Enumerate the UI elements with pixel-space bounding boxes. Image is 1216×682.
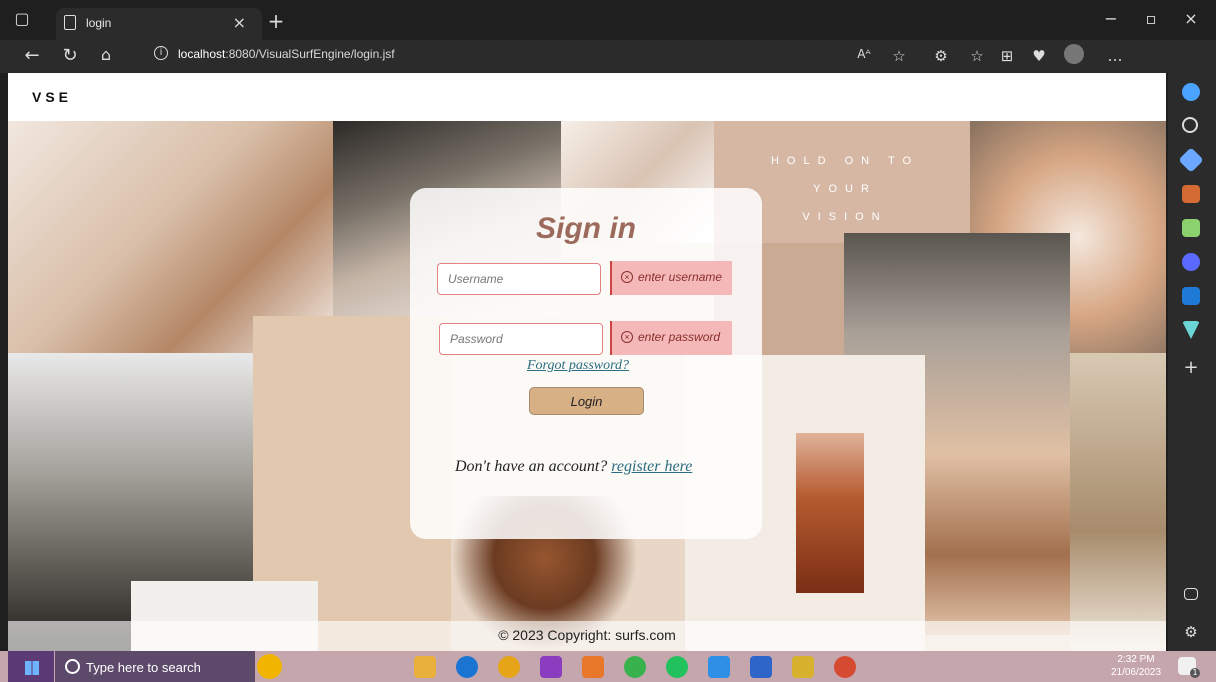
edge-icon[interactable] [456, 656, 478, 678]
sidebar-settings-icon[interactable]: ⚙ [1182, 623, 1200, 641]
forgot-password-link[interactable]: Forgot password? [527, 358, 629, 374]
password-field[interactable] [439, 323, 603, 355]
notification-center-icon[interactable]: 1 [1178, 657, 1200, 678]
time-text: 2:32 PM [1117, 654, 1155, 665]
address-bar[interactable]: i localhost:8080/VisualSurfEngine/login.… [146, 44, 706, 68]
copyright-text: © 2023 Copyright: surfs.com [498, 627, 676, 643]
vscode-icon[interactable] [708, 656, 730, 678]
profile-avatar[interactable] [1064, 44, 1084, 64]
notification-count: 1 [1190, 668, 1200, 678]
red-dress-illustration [796, 433, 864, 593]
search-sidebar-icon[interactable] [1182, 117, 1198, 133]
search-icon [65, 659, 80, 674]
heart-icon[interactable]: ♥ [1028, 47, 1050, 65]
login-card: Sign in × enter username × enter passwor… [410, 188, 762, 539]
app-icon[interactable] [792, 656, 814, 678]
error-circle-icon: × [621, 271, 633, 283]
url-path: :8080/VisualSurfEngine/login.jsf [225, 47, 395, 61]
visual-studio-icon[interactable] [540, 656, 562, 678]
hold-on-quote: HOLD ON TO YOUR VISION [770, 155, 920, 223]
notification-bell-icon[interactable] [1182, 83, 1200, 101]
browser-tab[interactable]: login × [56, 8, 262, 40]
browser-sidebar: + ⚙ [1168, 73, 1216, 651]
back-icon[interactable]: ← [20, 45, 44, 66]
add-sidebar-icon[interactable]: + [1182, 359, 1200, 377]
taskbar-clock[interactable]: 2:32 PM 21/06/2023 [1106, 653, 1166, 679]
tab-title: login [86, 16, 112, 30]
shopping-tag-icon[interactable] [1178, 147, 1204, 173]
url-host: localhost [178, 47, 226, 61]
favorites-icon[interactable]: ☆ [966, 47, 988, 65]
weather-icon[interactable] [257, 654, 282, 679]
username-error: × enter username [610, 261, 732, 295]
home-icon[interactable]: ⌂ [94, 45, 118, 64]
outlook-icon[interactable] [1182, 287, 1200, 305]
office-icon[interactable] [1182, 253, 1200, 271]
username-field[interactable] [437, 263, 601, 295]
signup-prompt-text: Don't have an account? [455, 458, 608, 475]
tools-icon[interactable] [1182, 185, 1200, 203]
url-text: localhost:8080/VisualSurfEngine/login.js… [178, 47, 395, 61]
whatsapp-icon[interactable] [666, 656, 688, 678]
restore-icon[interactable]: ▫ [1141, 9, 1161, 28]
chrome-icon[interactable] [498, 656, 520, 678]
username-error-text: enter username [638, 270, 723, 284]
close-window-icon[interactable]: × [1181, 9, 1201, 28]
site-info-icon[interactable]: i [154, 46, 168, 60]
more-icon[interactable]: … [1104, 47, 1126, 65]
username-input[interactable] [446, 264, 600, 294]
start-button[interactable] [8, 651, 54, 682]
date-text: 21/06/2023 [1110, 667, 1162, 678]
address-toolbar: ← ↻ ⌂ i localhost:8080/VisualSurfEngine/… [0, 40, 1216, 110]
send-icon[interactable] [1182, 321, 1200, 339]
browser-titlebar: ▢ login × + − ▫ × [0, 0, 1216, 40]
close-tab-icon[interactable]: × [233, 13, 246, 32]
media-icon[interactable] [624, 656, 646, 678]
page-icon [64, 15, 76, 30]
page-viewport: VSE HOLD ON TO YOUR VISION Sign in × ent… [8, 73, 1166, 651]
password-error-text: enter password [638, 330, 721, 344]
marble-gold-image [1070, 353, 1166, 651]
site-navbar: VSE [8, 73, 1166, 121]
hide-sidebar-icon[interactable] [1184, 588, 1198, 600]
read-aloud-icon[interactable]: Aᴬ [853, 47, 875, 61]
search-app-icon[interactable] [834, 656, 856, 678]
taskbar-search[interactable]: Type here to search [55, 651, 255, 682]
site-brand[interactable]: VSE [32, 89, 72, 105]
signin-title: Sign in [536, 212, 636, 245]
word-icon[interactable] [750, 656, 772, 678]
page-footer: © 2023 Copyright: surfs.com [8, 621, 1166, 651]
login-button[interactable]: Login [529, 387, 644, 415]
favorite-icon[interactable]: ☆ [888, 47, 910, 65]
new-tab-icon[interactable]: + [266, 9, 286, 33]
extensions-icon[interactable]: ⚙ [930, 47, 952, 65]
file-explorer-icon[interactable] [414, 656, 436, 678]
windows-logo-icon [25, 661, 39, 675]
refresh-icon[interactable]: ↻ [58, 45, 82, 66]
signup-prompt: Don't have an account? register here [455, 458, 755, 476]
taskbar-search-placeholder: Type here to search [86, 660, 201, 675]
password-input[interactable] [448, 324, 602, 354]
tab-actions-icon[interactable]: ▢ [12, 9, 32, 28]
windows-taskbar: Type here to search 2:32 PM 21/06/2023 1 [0, 651, 1216, 682]
register-link[interactable]: register here [611, 458, 692, 475]
java-icon[interactable] [582, 656, 604, 678]
error-circle-icon: × [621, 331, 633, 343]
games-icon[interactable] [1182, 219, 1200, 237]
password-error: × enter password [610, 321, 732, 355]
minimize-icon[interactable]: − [1101, 9, 1121, 28]
collections-icon[interactable]: ⊞ [996, 47, 1018, 65]
